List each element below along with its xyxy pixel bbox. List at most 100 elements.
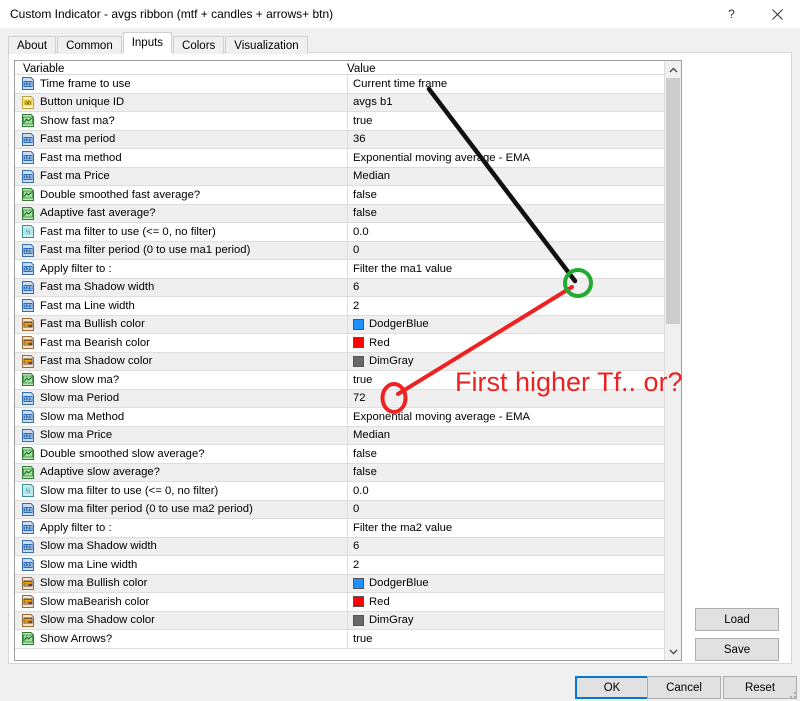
cancel-button[interactable]: Cancel bbox=[647, 676, 721, 699]
value-cell[interactable]: DodgerBlue bbox=[347, 315, 681, 333]
value-cell[interactable]: 0.0 bbox=[347, 482, 681, 500]
value-cell[interactable]: Exponential moving average - EMA bbox=[347, 149, 681, 167]
variable-cell: Fast ma Bullish color bbox=[15, 316, 347, 334]
tab-common[interactable]: Common bbox=[57, 36, 122, 54]
table-row[interactable]: 123 Fast ma Line width 2 bbox=[15, 297, 681, 316]
variable-label: Fast ma filter to use (<= 0, no filter) bbox=[40, 225, 216, 238]
variable-cell: 123 Fast ma method bbox=[15, 149, 347, 167]
help-button[interactable]: ? bbox=[709, 0, 754, 28]
tab-inputs[interactable]: Inputs bbox=[122, 32, 173, 53]
table-row[interactable]: Adaptive fast average? false bbox=[15, 204, 681, 223]
value-cell[interactable]: Median bbox=[347, 426, 681, 444]
tab-about[interactable]: About bbox=[8, 36, 57, 54]
value-cell[interactable]: Filter the ma2 value bbox=[347, 519, 681, 537]
value-cell[interactable]: avgs b1 bbox=[347, 93, 681, 111]
table-row[interactable]: ½ Fast ma filter to use (<= 0, no filter)… bbox=[15, 223, 681, 242]
tab-colors[interactable]: Colors bbox=[173, 36, 225, 54]
value-cell[interactable]: 2 bbox=[347, 556, 681, 574]
table-row[interactable]: 123 Fast ma period 36 bbox=[15, 130, 681, 149]
int-123-icon: 123 bbox=[21, 262, 35, 276]
svg-text:123: 123 bbox=[24, 434, 33, 440]
value-cell[interactable]: DimGray bbox=[347, 611, 681, 629]
table-row[interactable]: 123 Slow ma filter period (0 to use ma2 p… bbox=[15, 500, 681, 519]
svg-text:123: 123 bbox=[24, 563, 33, 569]
table-row[interactable]: 123 Slow ma Method Exponential moving aver… bbox=[15, 408, 681, 427]
value-cell[interactable]: true bbox=[347, 112, 681, 130]
table-row[interactable]: 123 Fast ma filter period (0 to use ma1 p… bbox=[15, 241, 681, 260]
variable-label: Adaptive fast average? bbox=[40, 207, 156, 220]
value-cell[interactable]: false bbox=[347, 204, 681, 222]
table-row[interactable]: 123 Apply filter to : Filter the ma1 value bbox=[15, 260, 681, 279]
table-row[interactable]: Show Arrows? true bbox=[15, 630, 681, 649]
value-cell[interactable]: 6 bbox=[347, 278, 681, 296]
value-text: DimGray bbox=[369, 355, 414, 368]
value-cell[interactable]: 0.0 bbox=[347, 223, 681, 241]
value-cell[interactable]: Red bbox=[347, 334, 681, 352]
grid-vertical-scrollbar[interactable] bbox=[664, 61, 681, 660]
value-cell[interactable]: Red bbox=[347, 593, 681, 611]
variable-label: Adaptive slow average? bbox=[40, 466, 160, 479]
ok-button[interactable]: OK bbox=[575, 676, 649, 699]
table-row[interactable]: 123 Fast ma Shadow width 6 bbox=[15, 278, 681, 297]
variable-label: Slow ma Price bbox=[40, 429, 113, 442]
value-cell[interactable]: false bbox=[347, 463, 681, 481]
table-row[interactable]: 123 Fast ma Price Median bbox=[15, 167, 681, 186]
value-cell[interactable]: Median bbox=[347, 167, 681, 185]
table-row[interactable]: Double smoothed fast average? false bbox=[15, 186, 681, 205]
table-row[interactable]: ab Button unique ID avgs b1 bbox=[15, 93, 681, 112]
color-swatch bbox=[353, 318, 364, 330]
value-cell[interactable]: false bbox=[347, 186, 681, 204]
table-row[interactable]: 123 Slow ma Price Median bbox=[15, 426, 681, 445]
svg-text:123: 123 bbox=[24, 138, 33, 144]
resize-grip-icon[interactable] bbox=[786, 688, 798, 700]
value-cell[interactable]: 2 bbox=[347, 297, 681, 315]
scroll-down-button[interactable] bbox=[665, 643, 681, 660]
value-cell[interactable]: true bbox=[347, 630, 681, 648]
table-row[interactable]: Show fast ma? true bbox=[15, 112, 681, 131]
table-row[interactable]: ½ Slow ma filter to use (<= 0, no filter)… bbox=[15, 482, 681, 501]
table-row[interactable]: 123 Apply filter to : Filter the ma2 value bbox=[15, 519, 681, 538]
variable-cell: 123 Fast ma period bbox=[15, 131, 347, 149]
value-cell[interactable]: 0 bbox=[347, 241, 681, 259]
table-row[interactable]: Adaptive slow average? false bbox=[15, 463, 681, 482]
table-row[interactable]: 123 Slow ma Line width 2 bbox=[15, 556, 681, 575]
bool-chart-icon bbox=[22, 632, 34, 646]
bool-chart-icon bbox=[22, 188, 34, 202]
table-row[interactable]: Fast ma Bullish color DodgerBlue bbox=[15, 315, 681, 334]
table-row[interactable]: Fast ma Bearish color Red bbox=[15, 334, 681, 353]
value-cell[interactable]: 36 bbox=[347, 130, 681, 148]
variable-label: Button unique ID bbox=[40, 96, 125, 109]
value-cell[interactable]: 6 bbox=[347, 537, 681, 555]
save-button[interactable]: Save bbox=[695, 638, 779, 661]
table-row[interactable]: Slow ma Bullish color DodgerBlue bbox=[15, 574, 681, 593]
variable-cell: Slow ma Shadow color bbox=[15, 612, 347, 630]
parameters-grid[interactable]: Variable Value 123 Time frame to use Curre… bbox=[14, 60, 682, 661]
svg-text:123: 123 bbox=[24, 545, 33, 551]
value-cell[interactable]: Current time frame bbox=[347, 75, 681, 93]
table-row[interactable]: Double smoothed slow average? false bbox=[15, 445, 681, 464]
bool-chart-icon bbox=[21, 114, 35, 128]
tab-label: Common bbox=[66, 39, 113, 52]
scrollbar-thumb[interactable] bbox=[666, 78, 680, 324]
table-row[interactable]: 123 Time frame to use Current time frame bbox=[15, 75, 681, 94]
value-cell[interactable]: DodgerBlue bbox=[347, 574, 681, 592]
load-button[interactable]: Load bbox=[695, 608, 779, 631]
close-button[interactable] bbox=[754, 0, 800, 28]
value-cell[interactable]: 0 bbox=[347, 500, 681, 518]
svg-text:123: 123 bbox=[24, 286, 33, 292]
table-row[interactable]: Slow maBearish color Red bbox=[15, 593, 681, 612]
table-row[interactable]: 123 Slow ma Shadow width 6 bbox=[15, 537, 681, 556]
table-row[interactable]: 123 Fast ma method Exponential moving aver… bbox=[15, 149, 681, 168]
table-row[interactable]: Slow ma Shadow color DimGray bbox=[15, 611, 681, 630]
int-123-icon: 123 bbox=[22, 243, 34, 257]
value-text: Filter the ma1 value bbox=[353, 262, 453, 275]
value-cell[interactable]: Exponential moving average - EMA bbox=[347, 408, 681, 426]
variable-label: Show fast ma? bbox=[40, 114, 115, 127]
value-text: 36 bbox=[353, 133, 366, 146]
tab-visualization[interactable]: Visualization bbox=[225, 36, 308, 54]
value-cell[interactable]: false bbox=[347, 445, 681, 463]
value-text: Filter the ma2 value bbox=[353, 521, 453, 534]
value-cell[interactable]: Filter the ma1 value bbox=[347, 260, 681, 278]
scroll-up-button[interactable] bbox=[665, 61, 681, 78]
title-bar: Custom Indicator - avgs ribbon (mtf + ca… bbox=[0, 0, 800, 28]
